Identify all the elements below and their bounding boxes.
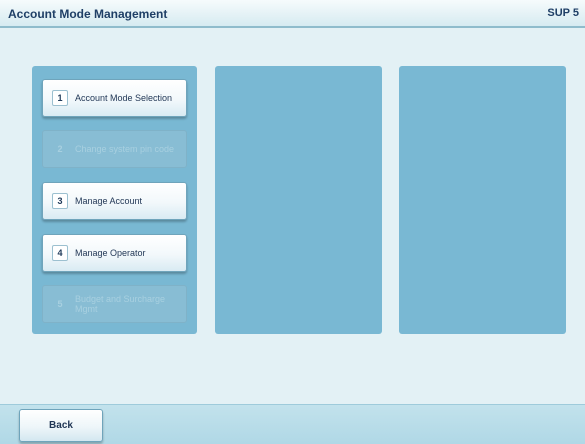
change-system-pin-code-button: 2 Change system pin code xyxy=(42,130,187,168)
menu-button-label: Budget and Surcharge Mgmt xyxy=(75,294,166,314)
menu-number-badge: 4 xyxy=(52,245,68,261)
menu-number-badge: 1 xyxy=(52,90,68,106)
menu-panel: 1 Account Mode Selection 2 Change system… xyxy=(32,66,197,334)
title-bar: Account Mode Management SUP 5 xyxy=(0,0,585,28)
manage-account-button[interactable]: 3 Manage Account xyxy=(42,182,187,220)
menu-button-label: Manage Account xyxy=(75,196,143,206)
budget-surcharge-mgmt-button: 5 Budget and Surcharge Mgmt xyxy=(42,285,187,323)
menu-button-label: Account Mode Selection xyxy=(75,93,173,103)
bottom-bar: Back xyxy=(0,404,585,444)
screen-code: SUP 5 xyxy=(547,7,579,19)
middle-panel xyxy=(215,66,382,334)
menu-button-label: Manage Operator xyxy=(75,248,146,258)
manage-operator-button[interactable]: 4 Manage Operator xyxy=(42,234,187,272)
account-mode-selection-button[interactable]: 1 Account Mode Selection xyxy=(42,79,187,117)
back-button[interactable]: Back xyxy=(19,409,103,442)
menu-number-badge: 3 xyxy=(52,193,68,209)
menu-number-badge: 5 xyxy=(57,299,63,309)
page-title: Account Mode Management xyxy=(8,7,168,21)
menu-number-badge: 2 xyxy=(57,144,63,154)
right-panel xyxy=(399,66,566,334)
menu-button-label: Change system pin code xyxy=(75,144,175,154)
